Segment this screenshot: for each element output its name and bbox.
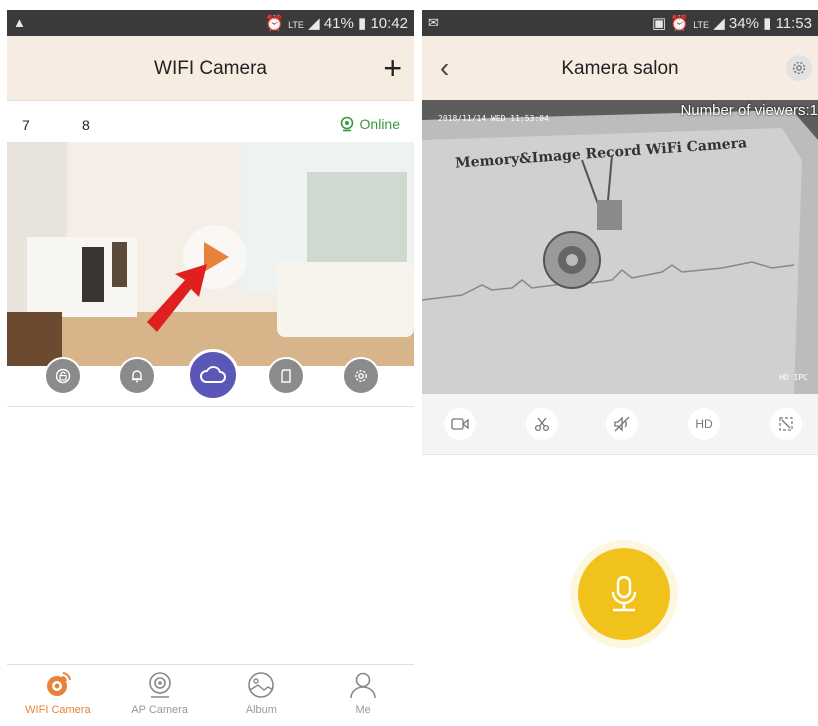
sd-card-button[interactable] (267, 357, 305, 395)
page-title: Kamera salon (561, 58, 679, 79)
nav-label: WIFI Camera (25, 704, 91, 716)
nav-me[interactable]: Me (312, 665, 414, 726)
mail-icon: ✉ (428, 15, 439, 30)
microphone-icon (611, 575, 637, 612)
status-bar: ✉ ▣ ⏰ LTE ◢ 34% ▮ 11:53 (422, 10, 818, 36)
lock-icon (55, 368, 71, 384)
mute-button[interactable] (606, 408, 638, 440)
network-indicator: LTE (693, 20, 710, 30)
clock: 11:53 (775, 15, 812, 32)
alarm-button[interactable] (118, 357, 156, 395)
battery-icon: ▮ (358, 15, 367, 32)
page-title: WIFI Camera (154, 58, 267, 79)
add-camera-button[interactable]: + (383, 52, 402, 84)
talk-button-ring (570, 540, 678, 648)
divider (7, 406, 414, 407)
camera-number: 8 (82, 117, 90, 133)
signal-icon: ◢ (713, 15, 725, 32)
osd-timestamp: 2018/11/14 WED 11:53:04 (438, 114, 549, 123)
battery-percent: 34% (728, 15, 759, 32)
nav-album[interactable]: Album (211, 665, 313, 726)
unlock-button[interactable] (44, 357, 82, 395)
camera-preview[interactable] (7, 142, 414, 366)
nav-wifi-camera[interactable]: WIFI Camera (7, 665, 109, 726)
divider (7, 100, 414, 101)
album-icon (248, 672, 275, 698)
gear-icon (355, 370, 367, 382)
webcam-icon (340, 116, 353, 132)
cloud-icon (200, 366, 226, 383)
status-bar: ▲ ⏰ LTE ◢ 41% ▮ 10:42 (7, 10, 414, 36)
hd-label: HD (695, 417, 713, 431)
header: ‹ Kamera salon (422, 36, 818, 100)
talk-button[interactable] (578, 548, 670, 640)
cloud-button[interactable] (187, 349, 239, 401)
video-camera-icon (451, 418, 469, 430)
battery-icon: ▮ (763, 15, 772, 32)
live-view-screen: ✉ ▣ ⏰ LTE ◢ 34% ▮ 11:53 ‹ Kamera salon M… (422, 10, 818, 726)
alarm-icon: ⏰ (265, 15, 284, 32)
nav-label: AP Camera (131, 704, 188, 716)
bell-icon (132, 370, 142, 383)
nav-label: Me (355, 704, 371, 716)
alarm-icon: ⏰ (670, 15, 690, 32)
camera-action-bar (7, 349, 414, 401)
nav-label: Album (245, 704, 277, 716)
network-indicator: LTE (288, 20, 304, 30)
viewer-count: Number of viewers:1 (680, 102, 818, 119)
gear-icon (792, 61, 806, 75)
signal-icon: ◢ (308, 15, 320, 32)
settings-button[interactable] (342, 357, 380, 395)
fullscreen-button[interactable] (770, 408, 802, 440)
screenshot-button[interactable] (526, 408, 558, 440)
video-controls: HD (422, 394, 818, 455)
camera-number: 7 (22, 117, 30, 133)
camera-icon (46, 672, 71, 696)
hd-toggle-button[interactable]: HD (688, 408, 720, 440)
living-room-image (7, 142, 414, 366)
clock: 10:42 (370, 15, 408, 32)
warning-icon: ▲ (13, 15, 26, 30)
online-status: Online (339, 116, 400, 132)
header: WIFI Camera + (7, 36, 414, 100)
nav-ap-camera[interactable]: AP Camera (109, 665, 211, 726)
online-label: Online (359, 116, 400, 132)
scissors-icon (534, 417, 550, 432)
fullscreen-icon (779, 417, 793, 431)
webcam-icon (148, 672, 171, 698)
wifi-camera-screen: ▲ ⏰ LTE ◢ 41% ▮ 10:42 WIFI Camera + 7 8 … (7, 10, 414, 726)
osd-resolution: HD IPC (779, 373, 808, 382)
nfc-icon: ▣ (651, 15, 667, 32)
settings-button[interactable] (786, 55, 812, 81)
person-icon (350, 672, 376, 699)
speaker-muted-icon (614, 416, 630, 432)
video-frame-image: Memory&Image Record WiFi Camera (422, 100, 818, 394)
bottom-nav: WIFI Camera AP Camera Album Me (7, 664, 414, 726)
sd-card-icon (281, 369, 291, 383)
record-button[interactable] (444, 408, 476, 440)
battery-percent: 41% (323, 15, 354, 32)
live-video[interactable]: Memory&Image Record WiFi Camera 2018/11/… (422, 100, 818, 394)
